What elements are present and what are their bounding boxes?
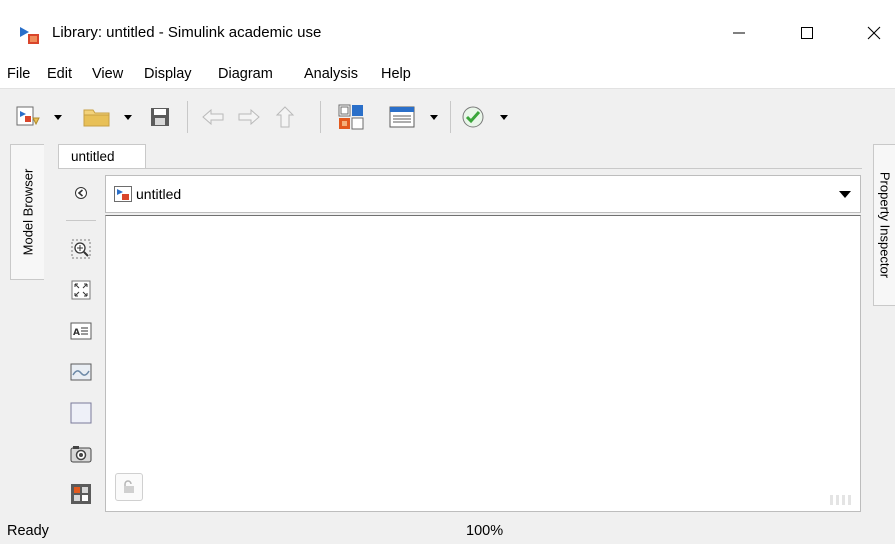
up-icon <box>275 106 295 128</box>
menu-view[interactable]: View <box>92 66 123 82</box>
close-button[interactable] <box>851 18 895 48</box>
library-browser-button[interactable] <box>336 102 366 132</box>
menu-file[interactable]: File <box>7 66 30 82</box>
menu-help[interactable]: Help <box>381 66 411 82</box>
dropdown-icon <box>54 115 62 120</box>
zoom-icon <box>71 239 91 259</box>
screenshot-icon <box>70 446 92 463</box>
maximize-icon <box>801 27 813 39</box>
dropdown-icon <box>124 115 132 120</box>
property-inspector-label: Property Inspector <box>877 171 892 279</box>
palette: A <box>58 169 104 512</box>
new-model-dropdown[interactable] <box>48 102 68 132</box>
save-button[interactable] <box>146 102 174 132</box>
address-label: untitled <box>136 186 182 202</box>
resize-grip-icon <box>830 495 851 505</box>
screenshot-button[interactable] <box>70 443 92 465</box>
lock-button[interactable] <box>115 473 143 501</box>
image-icon <box>70 363 92 381</box>
menu-bar: File Edit View Display Diagram Analysis … <box>0 62 895 88</box>
toolbar-separator <box>187 101 188 133</box>
check-icon <box>462 106 484 128</box>
up-button[interactable] <box>271 102 299 132</box>
tab-divider <box>58 168 862 169</box>
open-dropdown[interactable] <box>118 102 138 132</box>
annotation-icon: A <box>70 322 92 340</box>
menu-display[interactable]: Display <box>144 66 192 82</box>
dropdown-icon <box>500 115 508 120</box>
library-browser-icon <box>338 104 364 130</box>
lock-icon <box>124 480 134 493</box>
open-button[interactable] <box>80 102 114 132</box>
maximize-button[interactable] <box>784 18 830 48</box>
toolbar-separator <box>320 101 321 133</box>
dropdown-icon <box>430 115 438 120</box>
model-config-dropdown[interactable] <box>424 102 444 132</box>
panel-icon <box>71 484 91 504</box>
new-model-button[interactable] <box>12 102 44 132</box>
title-bar: Library: untitled - Simulink academic us… <box>0 0 895 62</box>
forward-icon <box>238 108 260 126</box>
model-canvas[interactable] <box>105 215 861 512</box>
zoom-level: 100% <box>466 523 504 539</box>
menu-edit[interactable]: Edit <box>47 66 72 82</box>
fit-to-view-icon <box>71 280 91 300</box>
image-button[interactable] <box>70 361 92 383</box>
minimize-icon <box>733 32 745 34</box>
panel-button[interactable] <box>70 483 92 505</box>
address-bar[interactable]: untitled <box>105 175 861 213</box>
status-text: Ready <box>7 523 49 539</box>
menu-diagram[interactable]: Diagram <box>218 66 273 82</box>
simulink-model-icon <box>114 186 132 202</box>
model-browser-label: Model Browser <box>20 168 35 256</box>
window-title: Library: untitled - Simulink academic us… <box>52 24 322 41</box>
chevron-down-icon[interactable] <box>838 189 852 199</box>
toolbar <box>0 88 895 144</box>
new-model-icon <box>16 106 40 126</box>
status-bar: Ready 100% <box>0 518 895 544</box>
simulink-app-icon <box>20 27 39 44</box>
zoom-button[interactable] <box>70 238 92 260</box>
hide-show-browser-button[interactable] <box>70 182 92 204</box>
menu-analysis[interactable]: Analysis <box>304 66 358 82</box>
check-dropdown[interactable] <box>494 102 514 132</box>
save-icon <box>151 108 169 126</box>
close-icon <box>867 26 881 40</box>
hide-show-icon <box>75 187 87 199</box>
open-folder-icon <box>83 109 110 127</box>
palette-separator <box>66 220 96 221</box>
property-inspector-tab[interactable]: Property Inspector <box>873 144 895 306</box>
minimize-button[interactable] <box>716 18 762 48</box>
area-icon <box>70 402 92 424</box>
tab-untitled[interactable]: untitled <box>58 144 146 169</box>
toolbar-separator <box>450 101 451 133</box>
annotation-button[interactable]: A <box>70 320 92 342</box>
model-config-button[interactable] <box>386 102 418 132</box>
model-browser-tab[interactable]: Model Browser <box>10 144 44 280</box>
back-button[interactable] <box>199 102 227 132</box>
fit-to-view-button[interactable] <box>70 279 92 301</box>
back-icon <box>202 108 224 126</box>
check-button[interactable] <box>458 102 488 132</box>
forward-button[interactable] <box>235 102 263 132</box>
tab-label: untitled <box>71 149 115 164</box>
title-bar-top <box>0 0 895 14</box>
model-config-icon <box>389 106 415 128</box>
area-button[interactable] <box>70 402 92 424</box>
svg-text:A: A <box>73 328 80 338</box>
